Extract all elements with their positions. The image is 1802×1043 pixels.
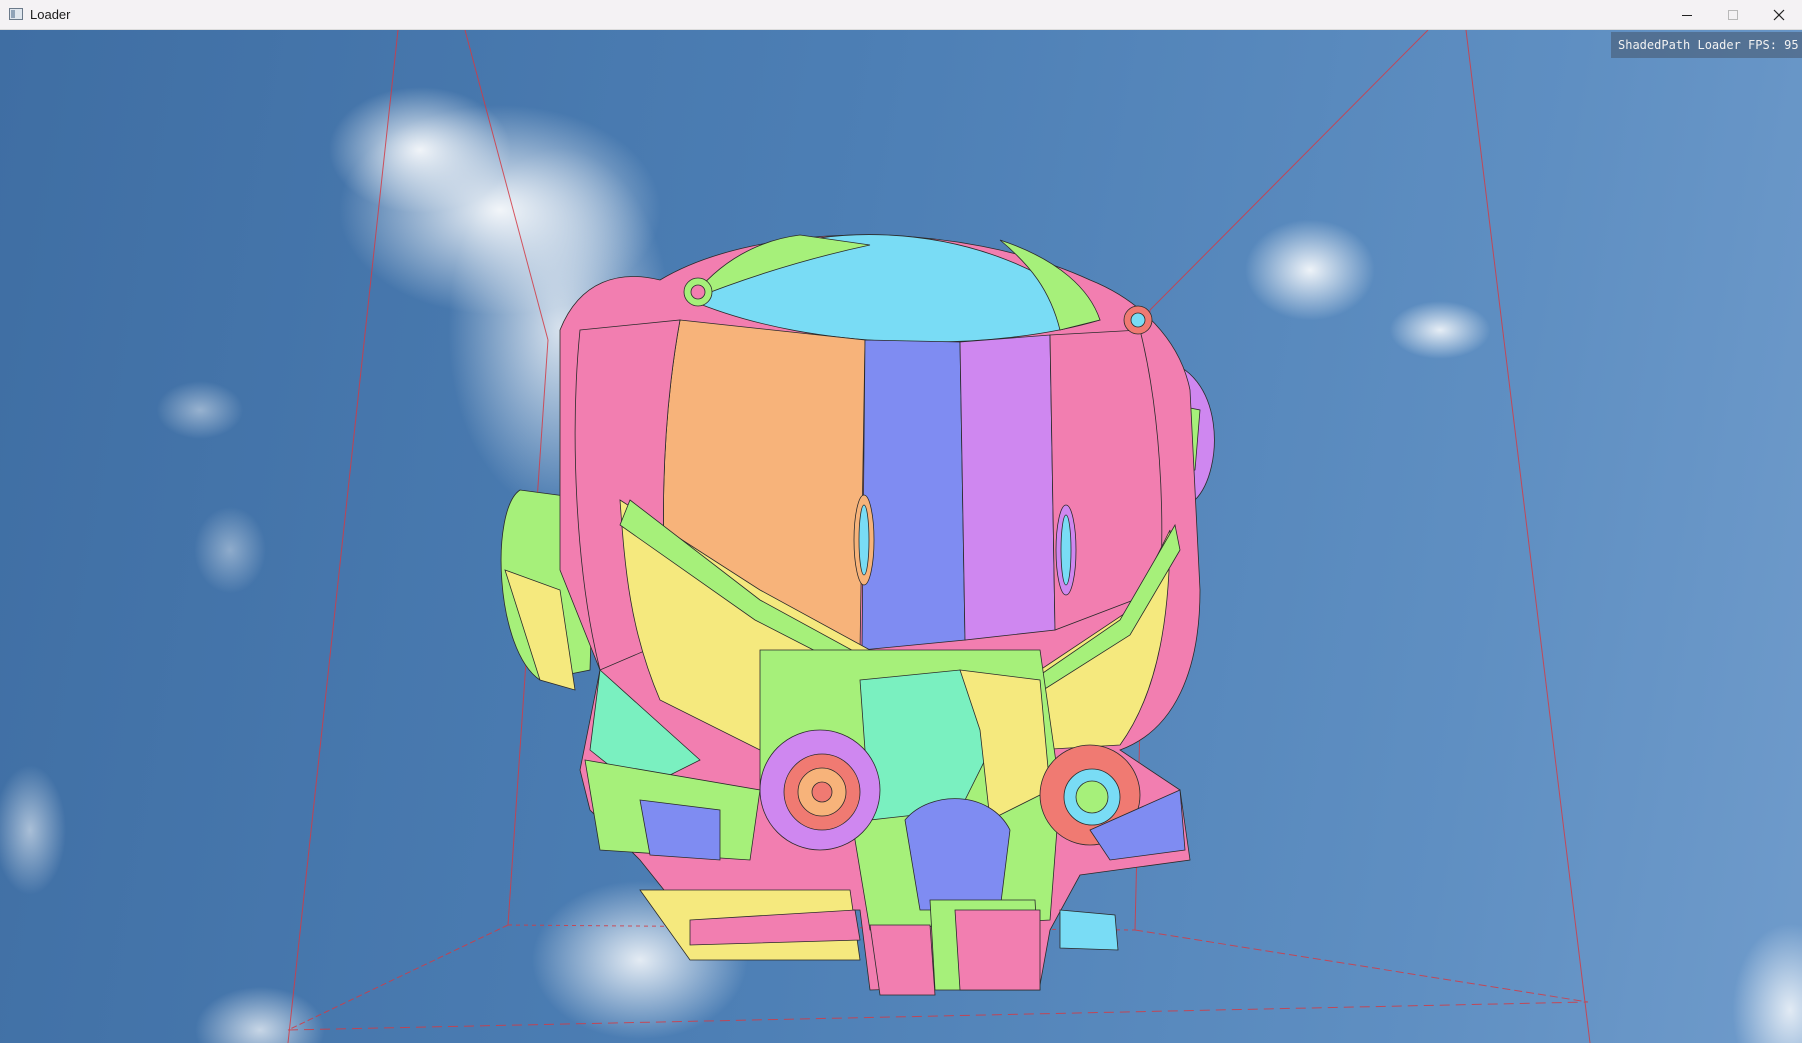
fps-overlay: ShadedPath Loader FPS: 95 [1611,32,1802,58]
app-window-icon [9,8,23,20]
scene-canvas [287,30,1591,1043]
title-bar[interactable]: Loader [0,0,1802,30]
minimize-icon [1682,15,1692,16]
maximize-button[interactable] [1710,0,1756,30]
minimize-button[interactable] [1664,0,1710,30]
close-button[interactable] [1756,0,1802,30]
helmet-model [500,234,1215,996]
close-icon [1773,9,1785,21]
maximize-icon [1728,10,1738,20]
window-title: Loader [30,7,71,22]
render-viewport[interactable]: ShadedPath Loader FPS: 95 [0,30,1802,1043]
